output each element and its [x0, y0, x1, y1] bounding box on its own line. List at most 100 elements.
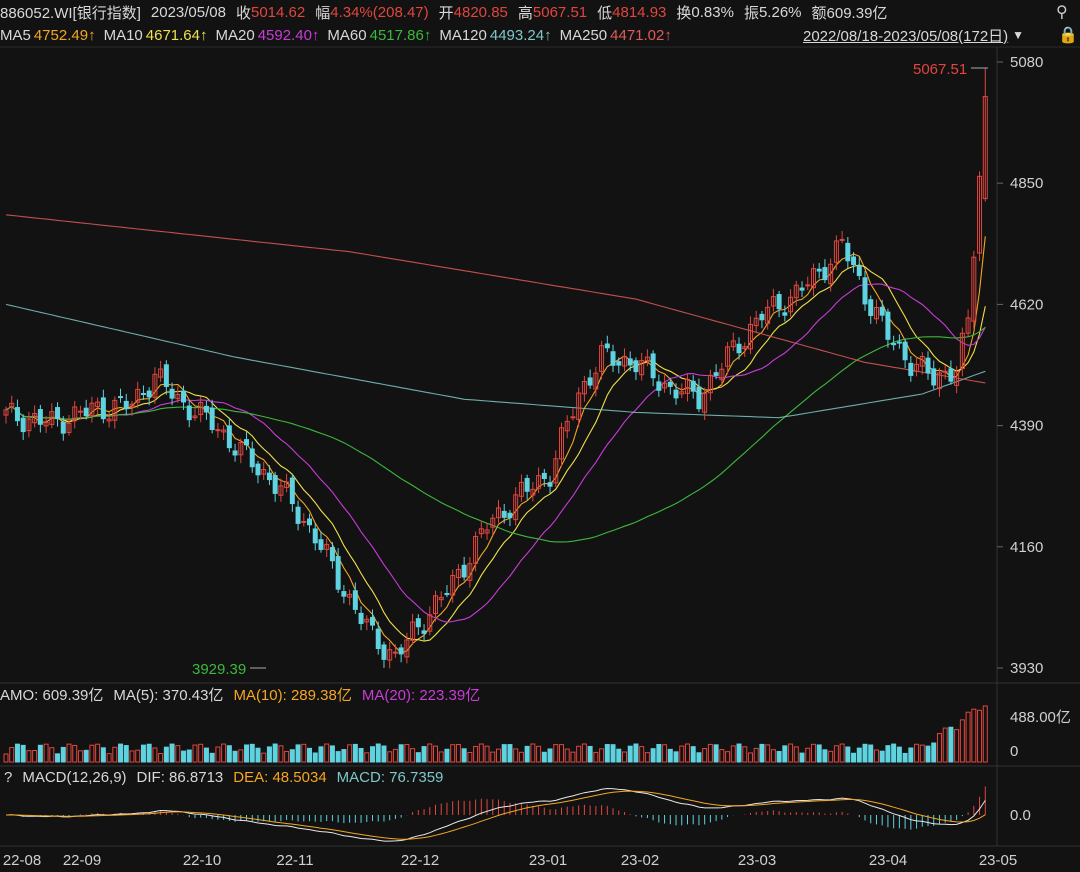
volume-bar	[610, 744, 616, 763]
ma-line	[5, 303, 986, 419]
price-tick-label: 3930	[1010, 660, 1043, 677]
volume-bar	[364, 752, 370, 763]
volume-bar	[541, 751, 547, 763]
candle-body	[948, 368, 954, 382]
volume-bar	[936, 733, 942, 763]
volume-bar	[868, 744, 874, 763]
date-tick-label: 22-10	[183, 852, 221, 869]
volume-bar	[959, 719, 965, 763]
candle-body	[908, 362, 914, 376]
volume-bar	[14, 743, 20, 763]
candle-body	[570, 416, 576, 419]
volume-bar	[851, 752, 857, 763]
volume-bar	[169, 743, 175, 763]
volume-bar	[891, 743, 897, 763]
candle-body	[633, 360, 639, 373]
volume-bar	[965, 711, 971, 763]
volume-bar	[931, 742, 937, 763]
volume-bar	[221, 743, 227, 763]
volume-bar	[261, 752, 267, 763]
volume-axis-top: 488.00亿	[1010, 709, 1071, 726]
volume-bar	[925, 745, 931, 763]
candle-body	[60, 421, 66, 434]
candle-body	[656, 381, 662, 391]
volume-bar	[83, 749, 89, 763]
candle-body	[375, 628, 381, 650]
volume-bar	[433, 745, 439, 763]
volume-bar	[140, 744, 146, 763]
date-tick-label: 23-04	[869, 852, 907, 869]
candle-body	[891, 343, 897, 346]
candle-body	[696, 386, 702, 410]
volume-bar	[66, 743, 72, 763]
volume-bar	[833, 745, 839, 763]
volume-bar	[530, 743, 536, 763]
chart-canvas[interactable]: 5080 4850 4620 4390 4160 3930 22-08 22-09 22-10…	[0, 0, 1080, 872]
volume-bar	[370, 746, 376, 763]
candle-body	[140, 392, 146, 396]
ma-line	[5, 214, 986, 384]
volume-bar	[776, 751, 782, 763]
volume-bar	[621, 751, 627, 763]
volume-bar	[284, 750, 290, 763]
min-price-annotation: 3929.39	[192, 661, 246, 678]
volume-bar	[599, 748, 605, 763]
candle-body	[507, 512, 513, 519]
price-tick-label: 4850	[1010, 175, 1043, 192]
candle-body	[14, 407, 20, 422]
price-tick-label: 4160	[1010, 539, 1043, 556]
volume-bar	[736, 743, 742, 763]
candle-body	[690, 380, 696, 392]
volume-bar	[106, 753, 112, 763]
candle-body	[925, 357, 931, 374]
volume-bar	[301, 743, 307, 763]
volume-bar	[581, 743, 587, 763]
candle-body	[736, 343, 742, 354]
volume-bar	[203, 747, 209, 763]
volume-bar	[650, 748, 656, 763]
volume-bar	[20, 744, 26, 763]
candle-body	[83, 407, 89, 417]
volume-bar	[32, 749, 38, 763]
volume-bar	[856, 747, 862, 763]
volume-bar	[747, 752, 753, 763]
candle-body	[181, 390, 187, 403]
volume-bar	[633, 743, 639, 763]
volume-bar	[146, 743, 152, 763]
volume-bar	[782, 745, 788, 763]
volume-bar	[181, 750, 187, 763]
date-tick-label: 22-12	[401, 852, 439, 869]
volume-bar	[656, 743, 662, 763]
volume-bar	[238, 749, 244, 763]
candle-body	[616, 361, 622, 366]
candle-body	[329, 547, 335, 562]
volume-bar	[387, 751, 393, 763]
candle-body	[902, 341, 908, 361]
date-tick-label: 23-02	[621, 852, 659, 869]
ma-line	[5, 236, 986, 654]
volume-bar	[490, 751, 496, 763]
volume-bar	[862, 743, 868, 763]
candle-body	[55, 407, 61, 420]
volume-bar	[152, 747, 158, 763]
volume-bar	[249, 743, 255, 763]
volume-bar	[404, 743, 410, 763]
volume-bar	[948, 726, 954, 763]
volume-bar	[570, 751, 576, 763]
volume-bar	[312, 752, 318, 763]
volume-bar	[37, 744, 43, 763]
candle-body	[782, 312, 788, 316]
volume-bar	[828, 750, 834, 763]
volume-bar	[89, 744, 95, 763]
volume-bar	[255, 747, 261, 763]
volume-bar	[100, 747, 106, 763]
volume-bar	[616, 748, 622, 763]
volume-bar	[244, 744, 250, 763]
volume-bar	[908, 747, 914, 763]
volume-bar	[942, 727, 948, 763]
volume-bar	[879, 750, 885, 763]
kline-chart-window: 886052.WI[银行指数] 2023/05/08 收 5014.62 幅 4.3…	[0, 0, 1080, 872]
date-tick-label: 22-11	[276, 852, 313, 869]
price-tick-label: 5080	[1010, 54, 1043, 71]
volume-bar	[902, 752, 908, 763]
